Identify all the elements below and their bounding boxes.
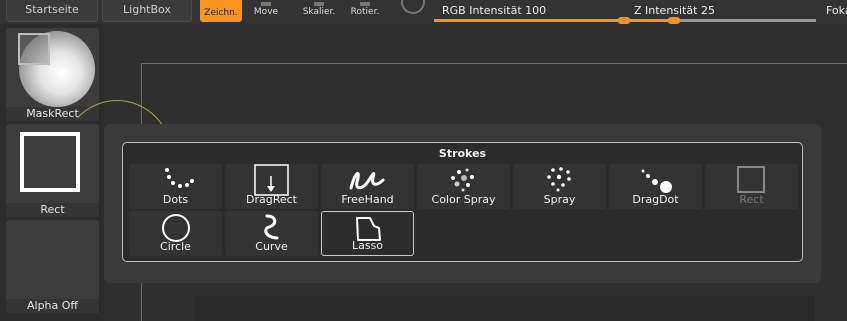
move-button[interactable]: Move — [247, 0, 285, 22]
rgb-intensity-slider[interactable]: RGB Intensität 100 — [434, 4, 630, 24]
mask-rect-icon — [18, 33, 50, 65]
scale-label: Skalier. — [302, 7, 336, 17]
curve-icon — [264, 214, 279, 240]
stroke-spray-label: Spray — [543, 193, 576, 206]
stroke-dragdot-label: DragDot — [632, 193, 679, 206]
freehand-icon — [349, 172, 385, 190]
z-intensity-fill — [626, 19, 674, 22]
circle-icon — [162, 214, 190, 242]
rotate-button[interactable]: Rotier. — [346, 0, 384, 22]
strokes-popup-title: Strokes — [438, 147, 487, 160]
stroke-color-spray[interactable]: Color Spray — [417, 164, 510, 209]
stroke-dragrect[interactable]: DragRect — [225, 164, 318, 209]
stroke-freehand-label: FreeHand — [341, 193, 394, 206]
rgb-intensity-label: RGB Intensität 100 — [442, 4, 547, 17]
stroke-curve-label: Curve — [255, 240, 288, 253]
stroke-rect-label: Rect — [739, 193, 764, 206]
brush-selector[interactable]: MaskRect — [6, 28, 99, 121]
stroke-dots-label: Dots — [162, 193, 189, 206]
stroke-dragrect-label: DragRect — [246, 193, 297, 206]
startseite-button[interactable]: Startseite — [6, 0, 98, 22]
draw-button[interactable]: Zeichn. — [200, 0, 242, 22]
spray-icon — [547, 167, 571, 192]
rotate-label: Rotier. — [350, 7, 380, 17]
z-intensity-slider[interactable]: Z Intensität 25 — [626, 4, 816, 24]
dots-icon — [165, 168, 194, 188]
z-intensity-knob[interactable] — [667, 17, 680, 24]
focal-label: Foka — [826, 4, 847, 17]
stroke-circle-label: Circle — [160, 240, 191, 253]
stroke-color-spray-label: Color Spray — [431, 193, 496, 206]
brush-dot-icon — [60, 68, 65, 73]
z-intensity-label: Z Intensität 25 — [634, 4, 715, 17]
move-label: Move — [253, 7, 279, 17]
stroke-dragdot[interactable]: DragDot — [609, 164, 702, 209]
sphere-icon[interactable] — [401, 0, 425, 14]
dragrect-icon — [254, 164, 289, 196]
scale-icon — [314, 2, 324, 6]
dragdot-icon — [641, 169, 672, 193]
scale-button[interactable]: Skalier. — [300, 0, 338, 22]
stroke-freehand[interactable]: FreeHand — [321, 164, 414, 209]
strokes-popup: Strokes Dots DragRect FreeHand Color Spr… — [122, 142, 803, 262]
stroke-rect[interactable]: Rect — [705, 164, 798, 209]
move-icon — [261, 2, 271, 6]
stroke-curve[interactable]: Curve — [225, 211, 318, 256]
bottom-strip — [195, 296, 815, 321]
stroke-spray[interactable]: Spray — [513, 164, 606, 209]
stroke-circle[interactable]: Circle — [129, 211, 222, 256]
stroke-lasso[interactable]: Lasso — [321, 211, 414, 256]
rgb-intensity-fill — [434, 19, 624, 22]
draw-label: Zeichn. — [204, 8, 238, 18]
color-spray-icon — [451, 168, 474, 192]
stroke-dots[interactable]: Dots — [129, 164, 222, 209]
stroke-lasso-label: Lasso — [351, 239, 384, 252]
lightbox-button[interactable]: LightBox — [102, 0, 192, 22]
top-toolbar: Startseite LightBox Zeichn. Move Skalier… — [0, 0, 847, 24]
alpha-label: Alpha Off — [6, 299, 99, 313]
rotate-icon — [360, 2, 370, 6]
focal-slider[interactable]: Foka — [818, 4, 847, 17]
alpha-selector[interactable]: Alpha Off — [6, 220, 99, 313]
rect-icon — [737, 166, 765, 193]
